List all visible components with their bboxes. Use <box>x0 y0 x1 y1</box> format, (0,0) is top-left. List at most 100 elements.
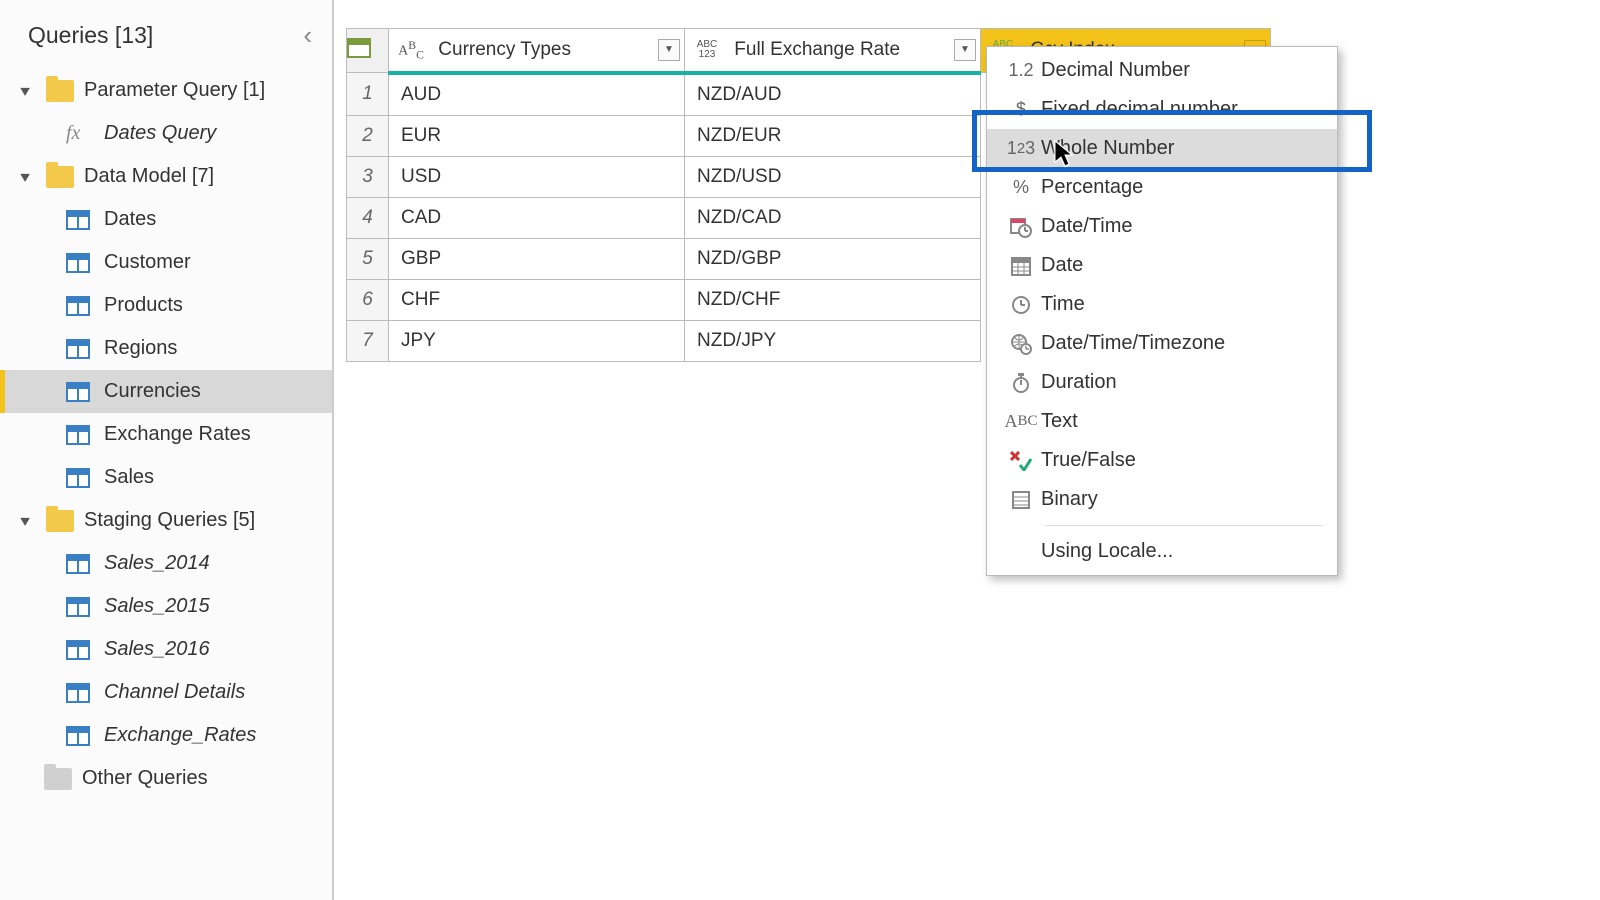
tree-item-dates-query[interactable]: fx Dates Query <box>0 112 332 155</box>
tree-group-label: Data Model [7] <box>84 165 214 188</box>
cell[interactable]: NZD/USD <box>685 156 981 197</box>
cell[interactable]: NZD/AUD <box>685 73 981 116</box>
menu-label: Using Locale... <box>1041 540 1323 563</box>
menu-item-fixed-decimal[interactable]: $ Fixed decimal number <box>987 90 1337 129</box>
boolean-icon <box>1001 451 1041 471</box>
cell[interactable]: NZD/JPY <box>685 320 981 361</box>
column-filter-dropdown[interactable]: ▼ <box>954 39 976 61</box>
cell[interactable]: JPY <box>389 320 685 361</box>
cell[interactable]: GBP <box>389 238 685 279</box>
table-corner[interactable] <box>347 29 389 73</box>
menu-label: Date/Time <box>1041 215 1323 238</box>
any-type-icon[interactable]: ABC123 <box>689 40 725 60</box>
tree-item-customer[interactable]: Customer <box>0 241 332 284</box>
decimal-icon: 1.2 <box>1001 60 1041 81</box>
folder-icon <box>46 80 74 102</box>
menu-item-binary[interactable]: Binary <box>987 480 1337 519</box>
tree-item-dates[interactable]: Dates <box>0 198 332 241</box>
menu-label: True/False <box>1041 449 1323 472</box>
table-icon <box>66 468 90 488</box>
row-number: 5 <box>347 238 389 279</box>
row-number: 4 <box>347 197 389 238</box>
column-header-currency-types[interactable]: ABC Currency Types ▼ <box>389 29 685 73</box>
row-number: 1 <box>347 73 389 116</box>
tree-item-label: Exchange Rates <box>104 423 251 446</box>
menu-item-time[interactable]: Time <box>987 285 1337 324</box>
sidebar-title: Queries [13] <box>28 22 153 49</box>
table-icon <box>66 253 90 273</box>
data-type-menu: 1.2 Decimal Number $ Fixed decimal numbe… <box>986 46 1338 576</box>
cell[interactable]: NZD/CHF <box>685 279 981 320</box>
menu-item-text[interactable]: ABC Text <box>987 402 1337 441</box>
text-type-icon[interactable]: ABC <box>393 39 429 61</box>
row-number: 7 <box>347 320 389 361</box>
menu-item-percentage[interactable]: % Percentage <box>987 168 1337 207</box>
cell[interactable]: CAD <box>389 197 685 238</box>
column-header-full-exchange-rate[interactable]: ABC123 Full Exchange Rate ▼ <box>685 29 981 73</box>
cell[interactable]: NZD/GBP <box>685 238 981 279</box>
menu-label: Fixed decimal number <box>1041 98 1323 121</box>
collapse-sidebar-button[interactable]: ‹ <box>303 20 312 51</box>
tree-item-currencies[interactable]: Currencies <box>0 370 332 413</box>
tree-item-exchange-rates[interactable]: Exchange Rates <box>0 413 332 456</box>
menu-label: Whole Number <box>1041 137 1323 160</box>
table-icon <box>66 382 90 402</box>
table-icon <box>66 425 90 445</box>
tree-item-regions[interactable]: Regions <box>0 327 332 370</box>
menu-item-whole-number[interactable]: 123 Whole Number <box>987 129 1337 168</box>
tree-item-label: Customer <box>104 251 191 274</box>
menu-item-datetime-timezone[interactable]: Date/Time/Timezone <box>987 324 1337 363</box>
chevron-down-icon: ▾ <box>20 167 42 187</box>
text-icon: ABC <box>1001 411 1041 432</box>
queries-tree: ▾ Parameter Query [1] fx Dates Query ▾ D… <box>0 69 332 800</box>
cell[interactable]: NZD/CAD <box>685 197 981 238</box>
column-filter-dropdown[interactable]: ▼ <box>658 39 680 61</box>
menu-item-using-locale[interactable]: Using Locale... <box>987 532 1337 571</box>
tree-group-staging-queries[interactable]: ▾ Staging Queries [5] <box>0 499 332 542</box>
row-number: 6 <box>347 279 389 320</box>
tree-item-label: Sales <box>104 466 154 489</box>
sidebar-header: Queries [13] ‹ <box>0 10 332 69</box>
column-label: Currency Types <box>434 39 571 60</box>
cell[interactable]: AUD <box>389 73 685 116</box>
tree-item-label: Dates <box>104 208 156 231</box>
menu-item-duration[interactable]: Duration <box>987 363 1337 402</box>
whole-number-icon: 123 <box>1001 138 1041 159</box>
tree-group-parameter-query[interactable]: ▾ Parameter Query [1] <box>0 69 332 112</box>
menu-item-true-false[interactable]: True/False <box>987 441 1337 480</box>
menu-item-decimal-number[interactable]: 1.2 Decimal Number <box>987 51 1337 90</box>
percent-icon: % <box>1001 177 1041 198</box>
menu-item-date[interactable]: Date <box>987 246 1337 285</box>
tree-item-label: Dates Query <box>104 122 216 145</box>
table-icon <box>66 210 90 230</box>
tree-item-products[interactable]: Products <box>0 284 332 327</box>
menu-label: Percentage <box>1041 176 1323 199</box>
table-icon <box>66 683 90 703</box>
menu-item-datetime[interactable]: Date/Time <box>987 207 1337 246</box>
cell[interactable]: CHF <box>389 279 685 320</box>
table-icon <box>66 554 90 574</box>
menu-separator <box>1045 525 1323 526</box>
tree-item-label: Products <box>104 294 183 317</box>
tree-item-exchange-rates-staging[interactable]: Exchange_Rates <box>0 714 332 757</box>
table-icon <box>66 640 90 660</box>
tree-group-other-queries[interactable]: Other Queries <box>0 757 332 800</box>
cell[interactable]: EUR <box>389 115 685 156</box>
globe-clock-icon <box>1001 333 1041 355</box>
cell[interactable]: NZD/EUR <box>685 115 981 156</box>
mouse-cursor-icon <box>1054 140 1074 168</box>
column-label: Full Exchange Rate <box>730 39 900 60</box>
tree-item-label: Exchange_Rates <box>104 724 256 747</box>
cell[interactable]: USD <box>389 156 685 197</box>
tree-item-label: Sales_2014 <box>104 552 210 575</box>
tree-group-data-model[interactable]: ▾ Data Model [7] <box>0 155 332 198</box>
tree-item-sales[interactable]: Sales <box>0 456 332 499</box>
menu-label: Date <box>1041 254 1323 277</box>
calendar-icon <box>1001 256 1041 276</box>
clock-icon <box>1001 295 1041 315</box>
tree-item-sales-2016[interactable]: Sales_2016 <box>0 628 332 671</box>
tree-item-channel-details[interactable]: Channel Details <box>0 671 332 714</box>
tree-item-sales-2014[interactable]: Sales_2014 <box>0 542 332 585</box>
fx-icon: fx <box>66 122 90 145</box>
tree-item-sales-2015[interactable]: Sales_2015 <box>0 585 332 628</box>
